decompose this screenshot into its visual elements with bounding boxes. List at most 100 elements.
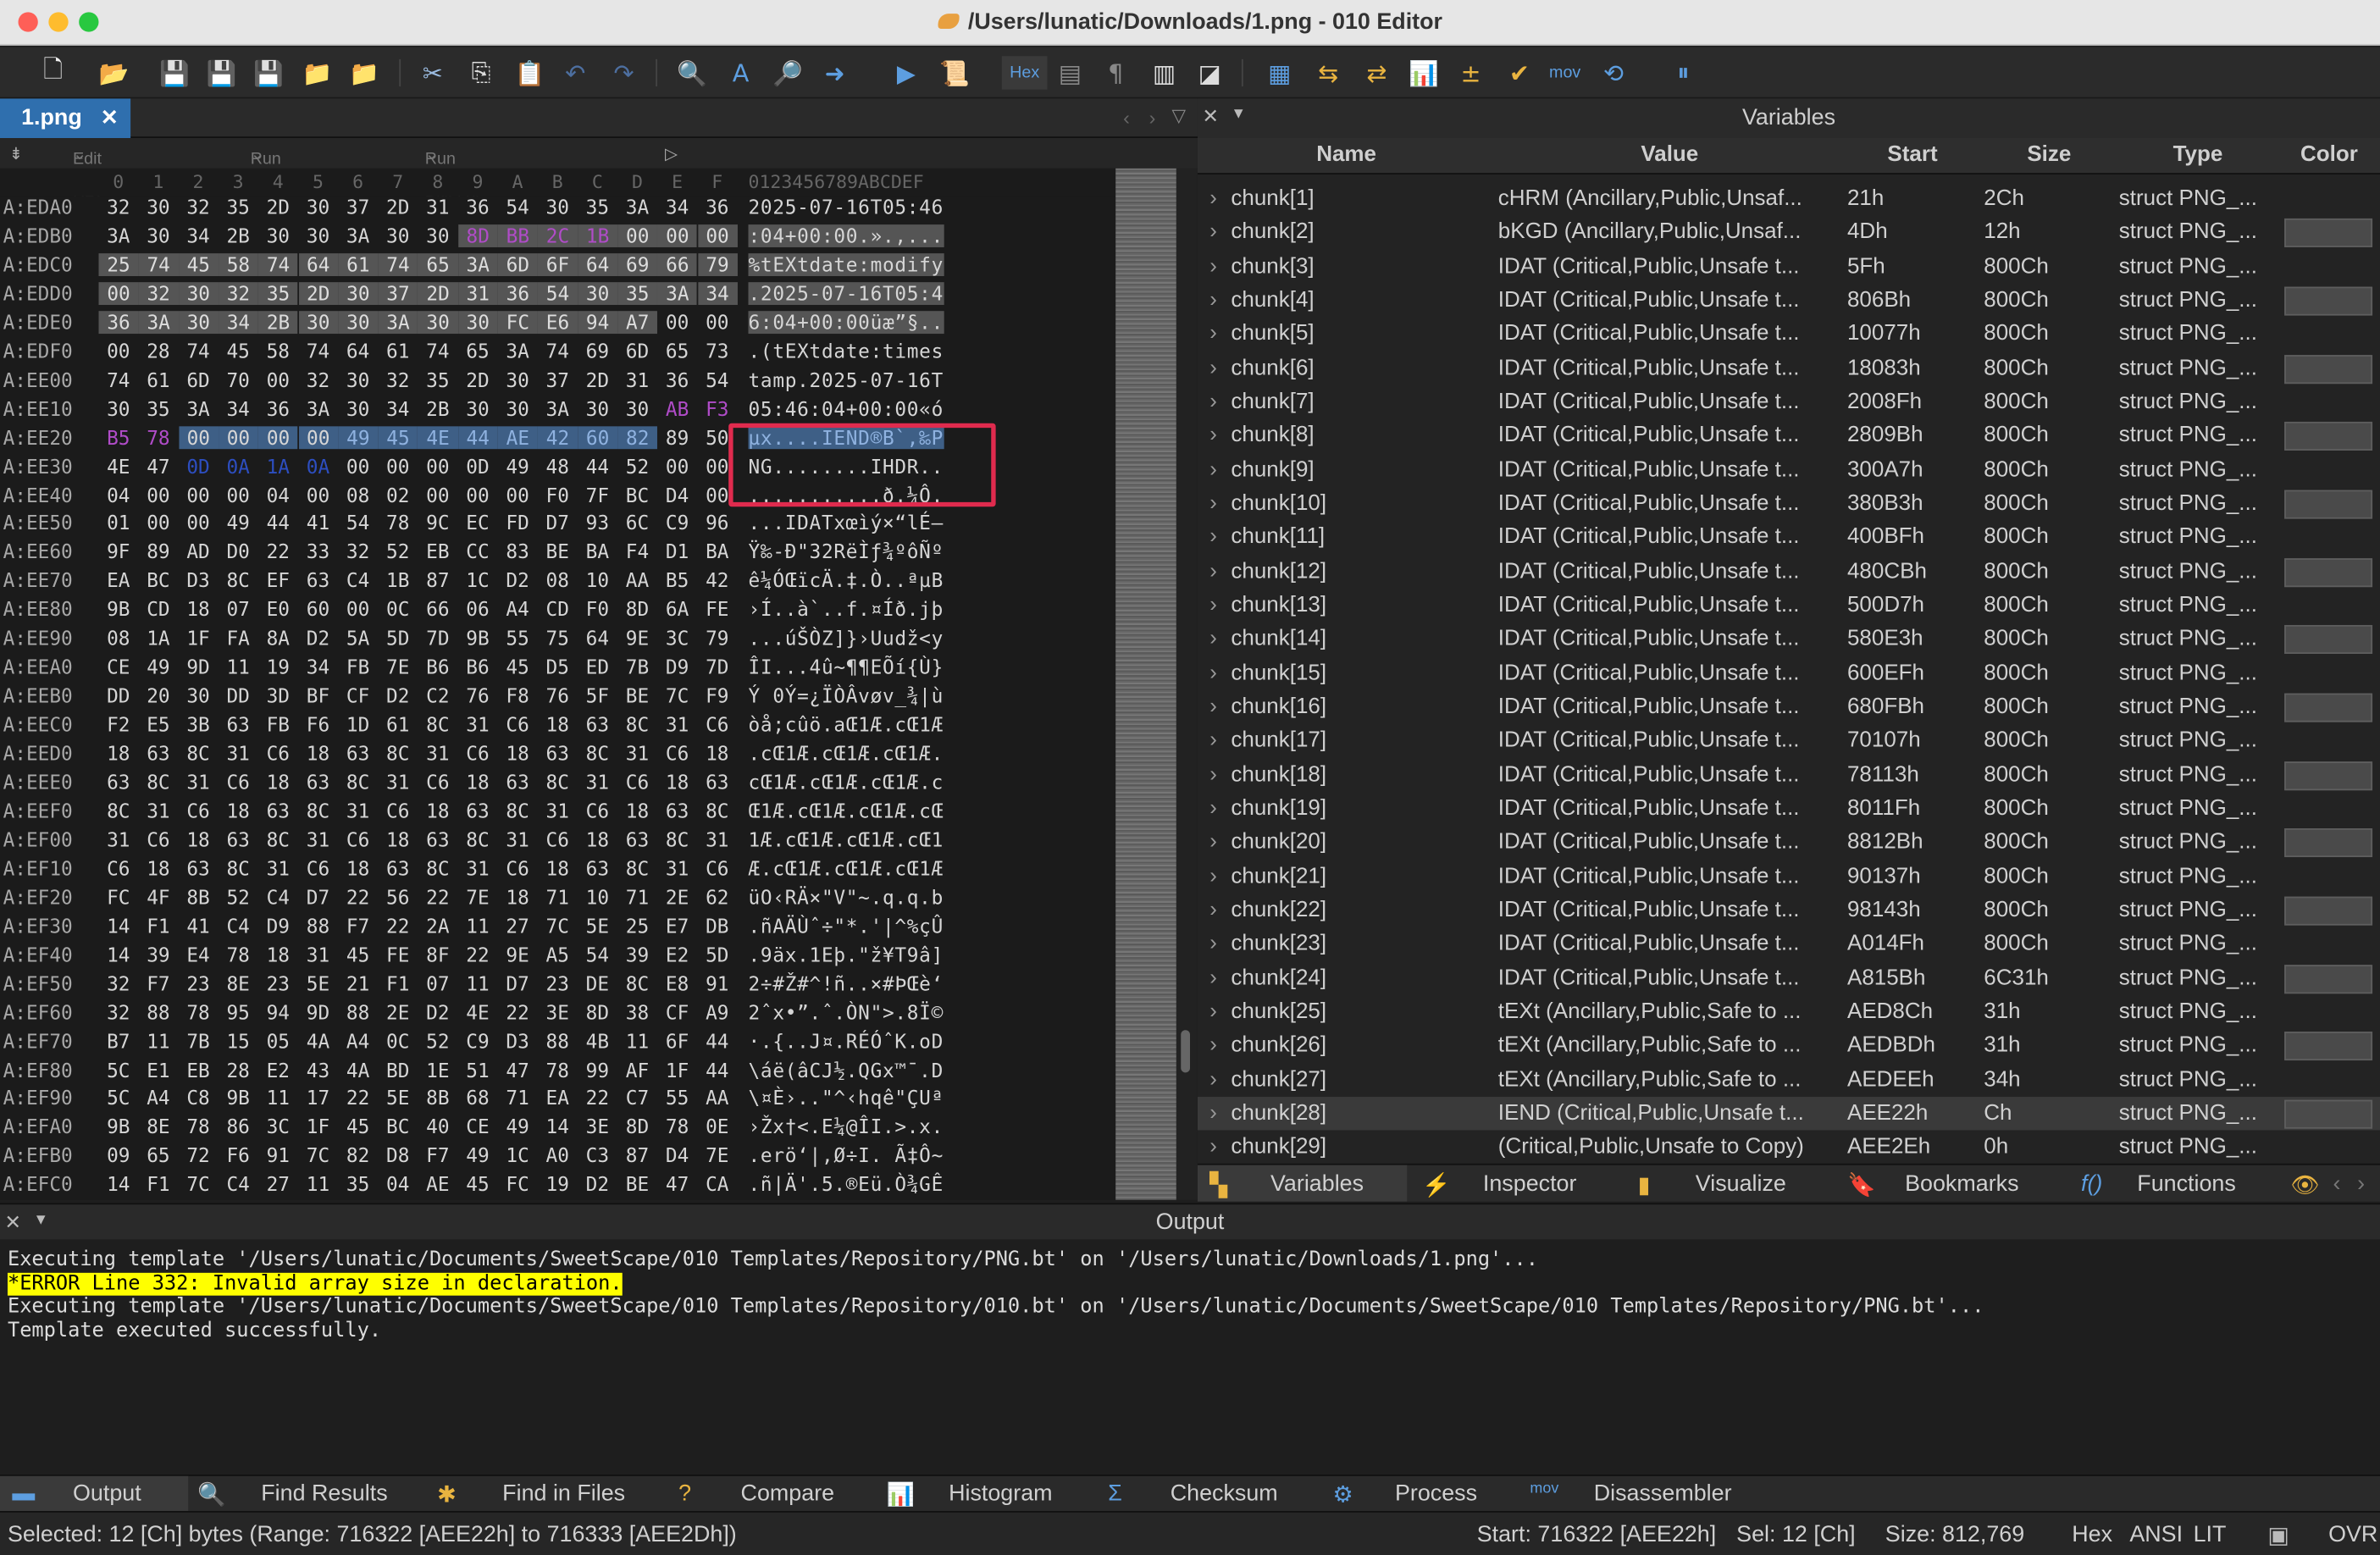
hex-row[interactable]: A:EEA0 CE 49 9D 11 19 34 FB 7E B6 B6 45 D5 ED 7B D9 7D ÎI…: [0, 656, 1115, 684]
pause-icon[interactable]: ⏸: [1667, 56, 1700, 89]
hex-byte[interactable]: C6: [102, 857, 135, 880]
hex-byte[interactable]: 28: [221, 1058, 254, 1081]
hex-byte[interactable]: 2C: [537, 224, 578, 247]
hex-byte[interactable]: 71: [541, 886, 574, 909]
cut-icon[interactable]: ✂: [416, 56, 449, 89]
hex-byte[interactable]: 51: [461, 1058, 494, 1081]
hex-byte[interactable]: A5: [541, 944, 574, 966]
hex-byte[interactable]: 7C: [541, 915, 574, 938]
expand-chevron-icon[interactable]: ›: [1209, 390, 1217, 414]
hex-byte[interactable]: 8D: [457, 224, 498, 247]
hex-byte[interactable]: 44: [581, 455, 614, 478]
hex-byte[interactable]: 52: [381, 540, 414, 563]
hex-byte[interactable]: 8C: [501, 800, 534, 822]
tab-scroll-left-icon[interactable]: ‹: [2333, 1171, 2340, 1197]
hex-byte[interactable]: 18: [661, 771, 694, 794]
hex-byte[interactable]: 3A: [378, 310, 418, 334]
hex-byte[interactable]: 34: [661, 196, 694, 219]
hex-byte[interactable]: 7C: [661, 684, 694, 707]
expand-chevron-icon[interactable]: ›: [1209, 728, 1217, 753]
hex-byte[interactable]: 8C: [621, 857, 654, 880]
hex-byte[interactable]: C6: [700, 713, 733, 736]
variable-color-swatch[interactable]: [2284, 422, 2373, 451]
hex-byte[interactable]: 30: [418, 310, 458, 334]
hex-byte[interactable]: E5: [141, 713, 174, 736]
hex-byte[interactable]: 9B: [221, 1087, 254, 1110]
hex-byte[interactable]: 1C: [501, 1144, 534, 1167]
hex-byte[interactable]: FC: [102, 886, 135, 909]
tab-visualize[interactable]: Visualize: [1696, 1171, 1786, 1197]
variable-color-swatch[interactable]: [2284, 1032, 2373, 1061]
hex-byte[interactable]: 0C: [381, 598, 414, 621]
hex-byte[interactable]: D2: [581, 1173, 614, 1196]
hex-scrollbar-thumb[interactable]: [1181, 1030, 1191, 1073]
hex-row[interactable]: A:EDD0 00 32 30 32 35 2D 30 37 2D 31 36 54 30 35 3A 34.2…: [0, 281, 1115, 311]
hex-byte[interactable]: 0A: [302, 455, 335, 478]
hex-byte[interactable]: 07: [421, 972, 454, 995]
hex-byte[interactable]: 30: [178, 310, 219, 334]
tab-compare[interactable]: Compare: [741, 1480, 835, 1506]
hex-byte[interactable]: 31: [581, 771, 614, 794]
variable-color-swatch[interactable]: [2284, 693, 2373, 722]
hex-byte[interactable]: EC: [461, 512, 494, 534]
hex-byte[interactable]: 21: [341, 972, 374, 995]
hex-byte[interactable]: 9D: [181, 656, 214, 678]
hex-byte[interactable]: 78: [381, 512, 414, 534]
hex-byte[interactable]: 3B: [181, 713, 214, 736]
hex-byte[interactable]: 64: [298, 252, 339, 276]
hex-byte[interactable]: 06: [461, 598, 494, 621]
variable-row[interactable]: › chunk[22] IDAT (Critical,Public,Unsafe t…: [1198, 894, 2380, 927]
variable-row[interactable]: › chunk[25] tEXt (Ancillary,Public,Safe to…: [1198, 995, 2380, 1029]
hex-byte[interactable]: 5C: [102, 1087, 135, 1110]
hex-byte[interactable]: 74: [378, 252, 418, 276]
hex-byte[interactable]: BC: [621, 483, 654, 506]
expand-chevron-icon[interactable]: ›: [1209, 1067, 1217, 1092]
hex-byte[interactable]: 8B: [181, 886, 214, 909]
hex-row[interactable]: A:EEB0 DD 20 30 DD 3D BF CF D2 C2 76 F8 76 5F BE 7C F9 Ý …: [0, 684, 1115, 713]
hex-byte[interactable]: 78: [181, 1000, 214, 1023]
hex-row[interactable]: A:EED0 18 63 8C 31 C6 18 63 8C 31 C6 18 63 8C 31 C6 18 .c…: [0, 742, 1115, 771]
hex-byte[interactable]: 33: [302, 540, 335, 563]
expand-chevron-icon[interactable]: ›: [1209, 898, 1217, 922]
hex-row-ascii[interactable]: Æ.cŒ1Æ.cŒ1Æ.cŒ1Æ: [749, 857, 944, 880]
hex-byte[interactable]: 00: [262, 368, 295, 391]
run-template-dropdown[interactable]: Run Template: PNG.bt ⌄: [425, 144, 497, 205]
hex-byte[interactable]: 00: [302, 483, 335, 506]
hex-byte[interactable]: 35: [141, 397, 174, 420]
hex-byte[interactable]: 40: [421, 1115, 454, 1138]
hex-byte[interactable]: DB: [700, 915, 733, 938]
replace-icon[interactable]: A: [724, 56, 757, 89]
hex-row-ascii[interactable]: .ñAÄÙˆ÷"*.'|^%çÛ: [749, 915, 944, 938]
hex-byte[interactable]: 00: [257, 425, 299, 449]
hex-row[interactable]: A:EDE0 36 3A 30 34 2B 30 30 3A 30 30 FC E6 94 A7 00 00 6:…: [0, 310, 1115, 340]
hex-byte[interactable]: 04: [262, 483, 295, 506]
hex-byte[interactable]: 3C: [262, 1115, 295, 1138]
hex-byte[interactable]: F1: [381, 972, 414, 995]
hex-byte[interactable]: CD: [141, 598, 174, 621]
hex-byte[interactable]: 64: [581, 627, 614, 650]
hex-byte[interactable]: 35: [221, 196, 254, 219]
hex-byte[interactable]: 36: [461, 196, 494, 219]
hex-byte[interactable]: B7: [102, 1029, 135, 1052]
hex-byte[interactable]: E0: [262, 598, 295, 621]
hex-byte[interactable]: 32: [302, 368, 335, 391]
hex-byte[interactable]: B5: [102, 426, 135, 449]
hex-byte[interactable]: 3A: [541, 397, 574, 420]
hex-byte[interactable]: 3A: [501, 340, 534, 362]
hex-byte[interactable]: 94: [578, 310, 618, 334]
hex-byte[interactable]: C8: [181, 1087, 214, 1110]
variable-row[interactable]: › chunk[8] IDAT (Critical,Public,Unsafe t.…: [1198, 419, 2380, 453]
hex-byte[interactable]: D5: [541, 656, 574, 678]
run-template-icon[interactable]: 📜: [938, 56, 971, 89]
hex-byte[interactable]: 18: [102, 742, 135, 765]
hex-byte[interactable]: F8: [501, 684, 534, 707]
hex-byte[interactable]: 1B: [381, 569, 414, 592]
hex-byte[interactable]: 3A: [341, 224, 374, 247]
hex-row[interactable]: A:EE70 EA BC D3 8C EF 63 C4 1B 87 1C D2 08 10 AA B5 42 ê¼…: [0, 569, 1115, 598]
columns-icon[interactable]: ▥: [1148, 56, 1181, 89]
hex-byte[interactable]: BD: [381, 1058, 414, 1081]
hex-byte[interactable]: 4E: [102, 455, 135, 478]
hex-byte[interactable]: 54: [581, 944, 614, 966]
hex-byte[interactable]: 45: [221, 340, 254, 362]
hex-byte[interactable]: 74: [138, 252, 179, 276]
